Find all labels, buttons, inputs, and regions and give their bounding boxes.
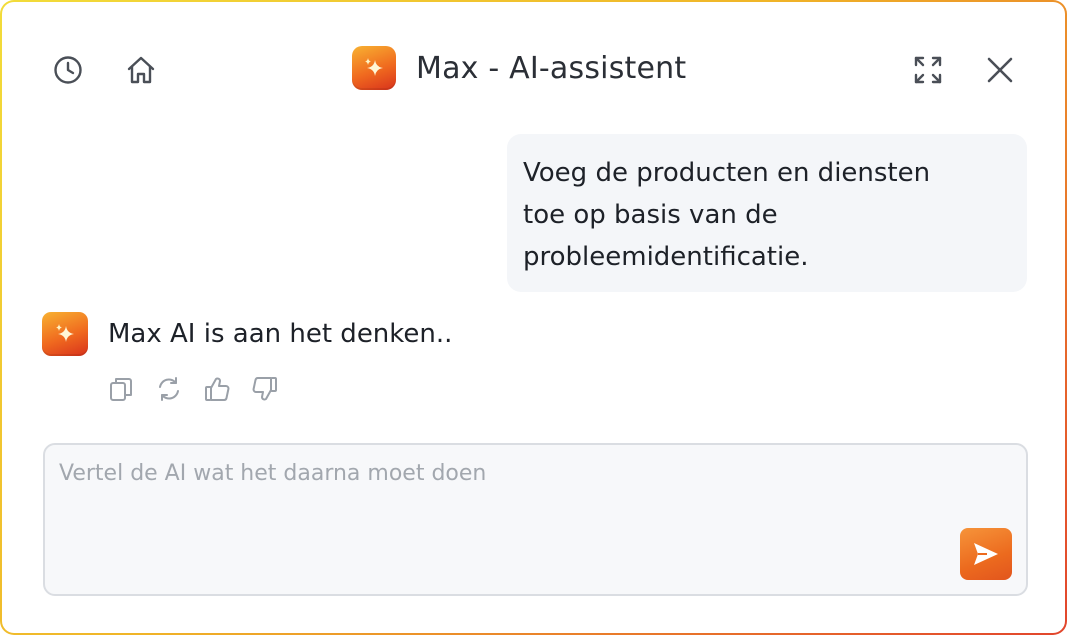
page-title: Max - AI-assistent	[416, 50, 687, 86]
user-message-line: toe op basis van de	[523, 200, 778, 230]
prompt-input[interactable]	[59, 461, 949, 571]
regenerate-icon	[159, 377, 179, 401]
copy-button[interactable]	[106, 374, 136, 404]
user-message-bubble: Voeg de producten en diensten toe op bas…	[507, 134, 1027, 292]
ai-status-text: Max AI is aan het denken..	[108, 319, 453, 349]
history-button[interactable]	[50, 52, 86, 88]
header-title-group: Max - AI-assistent	[352, 46, 686, 90]
user-message-line: probleemidentificatie.	[523, 242, 809, 272]
thumbs-up-button[interactable]	[202, 374, 232, 404]
thumbs-down-icon	[252, 377, 277, 401]
home-button[interactable]	[123, 52, 159, 88]
ai-message-row: Max AI is aan het denken..	[42, 312, 452, 356]
regenerate-button[interactable]	[154, 374, 184, 404]
assistant-window: Max - AI-assistent Voeg de producten en …	[0, 0, 1067, 635]
thumbs-down-button[interactable]	[250, 374, 280, 404]
close-button[interactable]	[982, 52, 1018, 88]
ai-avatar-sparkle-icon	[42, 312, 88, 356]
expand-button[interactable]	[910, 52, 946, 88]
message-composer	[43, 443, 1028, 596]
close-icon	[987, 57, 1013, 83]
assistant-panel: Max - AI-assistent Voeg de producten en …	[2, 2, 1065, 633]
sparkle-logo-icon	[352, 46, 396, 90]
thumbs-up-icon	[205, 377, 230, 401]
send-icon	[974, 543, 998, 565]
expand-icon	[914, 56, 942, 84]
user-message-line: Voeg de producten en diensten	[523, 158, 931, 188]
copy-icon	[110, 378, 132, 401]
ai-message-actions	[106, 374, 280, 404]
history-icon	[54, 56, 82, 84]
home-icon	[127, 56, 155, 84]
send-button[interactable]	[960, 528, 1012, 580]
